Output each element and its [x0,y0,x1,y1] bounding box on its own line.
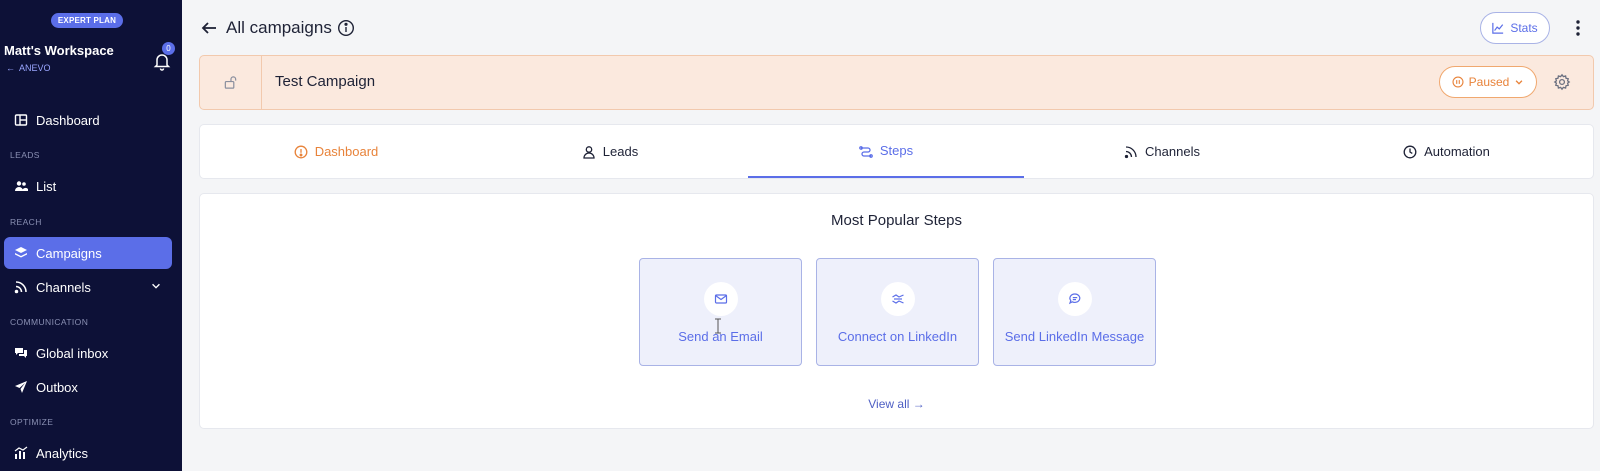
info-circle-icon [294,145,308,158]
line-chart-icon [1492,22,1504,34]
sidebar-item-label: Outbox [36,379,78,395]
rss-icon [14,281,27,294]
step-label: Send LinkedIn Message [1004,329,1145,344]
tab-label: Automation [1424,144,1490,159]
step-card-connect-linkedin[interactable]: Connect on LinkedIn [816,258,979,366]
step-card-send-email[interactable]: Send an Email [639,258,802,366]
sidebar-item-dashboard[interactable]: Dashboard [4,104,172,136]
section-label-optimize: OPTIMIZE [10,417,54,427]
pause-circle-icon [1452,76,1464,88]
sidebar-item-channels[interactable]: Channels [4,271,172,303]
rss-icon [1124,145,1137,158]
tab-steps[interactable]: Steps [748,125,1024,178]
workspace-sub-label: ANEVO [19,63,51,73]
plan-badge: EXPERT PLAN [51,13,123,28]
analytics-icon [14,446,28,459]
step-card-send-linkedin-message[interactable]: Send LinkedIn Message [993,258,1156,366]
section-label-leads: LEADS [10,150,40,160]
arrow-left-icon: ← [6,63,15,73]
page-title: All campaigns [226,18,332,37]
stats-button[interactable]: Stats [1480,12,1550,44]
campaign-status-dropdown[interactable]: Paused [1439,66,1537,98]
section-label-communication: COMMUNICATION [10,317,89,327]
chat-icon [15,348,27,358]
sidebar-item-label: Global inbox [36,345,109,361]
workspace-switch-link[interactable]: ← ANEVO [6,63,51,73]
users-icon [15,181,28,191]
view-all-label: View all → [868,397,925,411]
more-options-icon[interactable] [1572,17,1584,39]
clock-icon [1403,145,1417,158]
sidebar-item-list[interactable]: List [4,170,172,202]
gear-icon[interactable] [1553,73,1571,91]
notification-count-badge: 0 [162,42,175,55]
user-icon [583,145,595,159]
sidebar-item-campaigns[interactable]: Campaigns [4,237,172,269]
campaign-status-label: Paused [1468,75,1510,89]
back-arrow-icon[interactable] [200,19,218,37]
sidebar-item-analytics[interactable]: Analytics [4,437,172,469]
tab-label: Dashboard [314,144,379,159]
info-icon[interactable] [337,19,355,37]
chevron-down-icon [1515,80,1523,85]
workspace-name[interactable]: Matt's Workspace [4,43,114,58]
steps-icon [859,145,873,158]
sidebar-item-label: Dashboard [36,112,100,128]
step-label: Connect on LinkedIn [837,329,958,344]
sidebar: EXPERT PLAN Matt's Workspace ← ANEVO 0 D… [0,0,182,471]
view-all-link[interactable]: View all → [200,397,1593,411]
stats-label: Stats [1510,21,1538,35]
dashboard-icon [14,114,28,126]
tab-leads[interactable]: Leads [472,125,748,178]
send-icon [15,381,27,393]
message-icon [1058,282,1092,316]
unlock-icon [224,76,237,89]
panel-title: Most Popular Steps [831,212,962,229]
tab-dashboard[interactable]: Dashboard [200,125,472,178]
tab-label: Leads [602,144,639,159]
email-icon [704,282,738,316]
tab-label: Steps [879,143,914,158]
tab-automation[interactable]: Automation [1300,125,1593,178]
sidebar-item-global-inbox[interactable]: Global inbox [4,337,172,369]
campaign-banner: Test Campaign Paused [199,55,1594,110]
sidebar-item-label: Campaigns [36,245,102,261]
popular-steps-panel: Most Popular Steps Send an Email Connect… [199,193,1594,429]
campaign-tabs: Dashboard Leads Steps Channels Automatio… [199,124,1594,179]
text-cursor-icon [715,318,721,334]
chevron-down-icon[interactable] [150,280,162,292]
tab-channels[interactable]: Channels [1024,125,1300,178]
section-label-reach: REACH [10,217,42,227]
handshake-icon [881,282,915,316]
tab-label: Channels [1145,144,1200,159]
sidebar-item-outbox[interactable]: Outbox [4,371,172,403]
sidebar-item-label: List [36,178,57,194]
campaign-name[interactable]: Test Campaign [275,73,375,90]
sidebar-item-label: Analytics [36,445,89,461]
layers-icon [15,247,27,258]
sidebar-item-label: Channels [36,279,91,295]
lock-toggle[interactable] [200,56,262,109]
